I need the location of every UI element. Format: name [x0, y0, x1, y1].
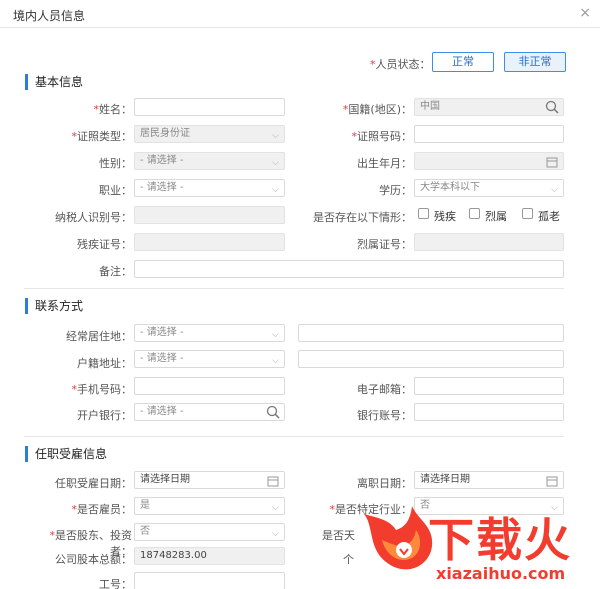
- taxpayer-id-label: 纳税人识别号：: [55, 211, 132, 224]
- martyr-checkbox-label: 烈属: [485, 210, 507, 223]
- watermark-brand: 下载火: [428, 513, 572, 567]
- elderly-checkbox-label: 孤老: [538, 210, 560, 223]
- job-no-label: 工号：: [99, 578, 132, 589]
- account-input[interactable]: [414, 403, 564, 421]
- watermark-url: xiazaihuo.com: [436, 564, 566, 583]
- dialog-title: 境内人员信息: [13, 9, 86, 23]
- remark-input[interactable]: [134, 260, 564, 278]
- occupation-value: - 请选择 -: [140, 182, 184, 193]
- leave-date-input[interactable]: 请选择日期: [414, 471, 564, 489]
- shareholder-value: 否: [140, 526, 150, 537]
- martyr-cert-label: 烈属证号：: [357, 238, 412, 251]
- phone-input[interactable]: [134, 377, 285, 395]
- elderly-checkbox[interactable]: [522, 208, 533, 219]
- birth-date-input[interactable]: [414, 152, 564, 170]
- residence-value: - 请选择 -: [140, 327, 184, 338]
- chevron-down-icon: ⌵: [272, 330, 279, 340]
- bank-value: - 请选择 -: [140, 406, 184, 417]
- household-select[interactable]: - 请选择 - ⌵: [134, 350, 285, 368]
- id-type-value: 居民身份证: [140, 128, 190, 139]
- divider: [24, 288, 564, 289]
- status-abnormal-button[interactable]: 非正常: [504, 52, 566, 72]
- chevron-down-icon: ⌵: [272, 185, 279, 195]
- education-select[interactable]: 大学本科以下 ⌵: [414, 179, 564, 197]
- chevron-down-icon: ⌵: [551, 185, 558, 195]
- partial-label: 是否天: [322, 529, 355, 542]
- watermark-logo: 下载火 xiazaihuo.com: [356, 496, 600, 589]
- hire-date-value: 请选择日期: [140, 474, 190, 485]
- account-label: 银行账号：: [357, 409, 412, 422]
- residence-select[interactable]: - 请选择 - ⌵: [134, 324, 285, 342]
- capital-label: 公司股本总额：: [55, 553, 132, 566]
- chevron-down-icon: ⌵: [272, 158, 279, 168]
- email-input[interactable]: [414, 377, 564, 395]
- section-employment: 任职受雇信息: [25, 446, 107, 462]
- name-label: *姓名：: [93, 103, 133, 116]
- calendar-icon[interactable]: [545, 474, 559, 488]
- email-label: 电子邮箱：: [357, 383, 412, 396]
- household-label: 户籍地址：: [77, 357, 132, 370]
- residence-detail-input[interactable]: [298, 324, 564, 342]
- hire-date-input[interactable]: 请选择日期: [134, 471, 285, 489]
- name-input[interactable]: [134, 98, 285, 116]
- household-detail-input[interactable]: [298, 350, 564, 368]
- household-value: - 请选择 -: [140, 353, 184, 364]
- id-number-input[interactable]: [414, 125, 564, 143]
- hire-date-label: 任职受雇日期：: [55, 477, 132, 490]
- dialog-titlebar: 境内人员信息 ×: [0, 0, 600, 28]
- martyr-cert-input[interactable]: [414, 233, 564, 251]
- gender-value: - 请选择 -: [140, 155, 184, 166]
- chevron-down-icon: ⌵: [272, 503, 279, 513]
- education-label: 学历：: [379, 184, 412, 197]
- status-normal-button[interactable]: 正常: [432, 52, 494, 72]
- bank-select[interactable]: - 请选择 -: [134, 403, 285, 421]
- disabled-cert-input[interactable]: [134, 233, 285, 251]
- id-number-label: *证照号码：: [351, 130, 413, 143]
- martyr-checkbox[interactable]: [469, 208, 480, 219]
- chevron-down-icon: ⌵: [272, 356, 279, 366]
- chevron-down-icon: ⌵: [272, 529, 279, 539]
- calendar-icon[interactable]: [266, 474, 280, 488]
- gender-select[interactable]: - 请选择 - ⌵: [134, 152, 285, 170]
- taxpayer-id-input[interactable]: [134, 206, 285, 224]
- situation-label: 是否存在以下情形：: [313, 211, 412, 224]
- capital-value: 18748283.00: [140, 550, 207, 561]
- leave-date-label: 离职日期：: [357, 477, 412, 490]
- remark-label: 备注：: [99, 265, 132, 278]
- id-type-select[interactable]: 居民身份证 ⌵: [134, 125, 285, 143]
- status-label: *人员状态：: [370, 58, 431, 71]
- shareholder-select[interactable]: 否 ⌵: [134, 523, 285, 541]
- chevron-down-icon: ⌵: [272, 131, 279, 141]
- divider: [24, 436, 564, 437]
- phone-label: *手机号码：: [71, 383, 133, 396]
- search-icon[interactable]: [545, 100, 559, 114]
- occupation-label: 职业：: [99, 184, 132, 197]
- employee-label: *是否雇员：: [71, 503, 133, 516]
- id-type-label: *证照类型：: [71, 130, 133, 143]
- employee-value: 是: [140, 500, 150, 511]
- partial-unit: 个: [343, 553, 354, 566]
- occupation-select[interactable]: - 请选择 - ⌵: [134, 179, 285, 197]
- person-status: *人员状态： 正常 非正常: [370, 52, 600, 74]
- nationality-input[interactable]: 中国: [414, 98, 564, 116]
- employee-select[interactable]: 是 ⌵: [134, 497, 285, 515]
- section-contact: 联系方式: [25, 298, 83, 314]
- job-no-input[interactable]: [134, 572, 285, 589]
- birth-label: 出生年月：: [357, 157, 412, 170]
- disabled-cert-label: 残疾证号：: [77, 238, 132, 251]
- search-icon[interactable]: [266, 405, 280, 419]
- nationality-label: *国籍(地区)：: [342, 103, 412, 116]
- close-icon[interactable]: ×: [579, 5, 591, 21]
- nationality-value: 中国: [420, 101, 440, 112]
- disabled-checkbox-label: 残疾: [434, 210, 456, 223]
- disabled-checkbox[interactable]: [418, 208, 429, 219]
- education-value: 大学本科以下: [420, 182, 480, 193]
- capital-input[interactable]: 18748283.00: [134, 547, 285, 565]
- bank-label: 开户银行：: [77, 409, 132, 422]
- residence-label: 经常居住地：: [66, 330, 132, 343]
- gender-label: 性别：: [99, 157, 132, 170]
- calendar-icon[interactable]: [545, 155, 559, 169]
- section-basic-info: 基本信息: [25, 74, 83, 90]
- leave-date-value: 请选择日期: [420, 474, 470, 485]
